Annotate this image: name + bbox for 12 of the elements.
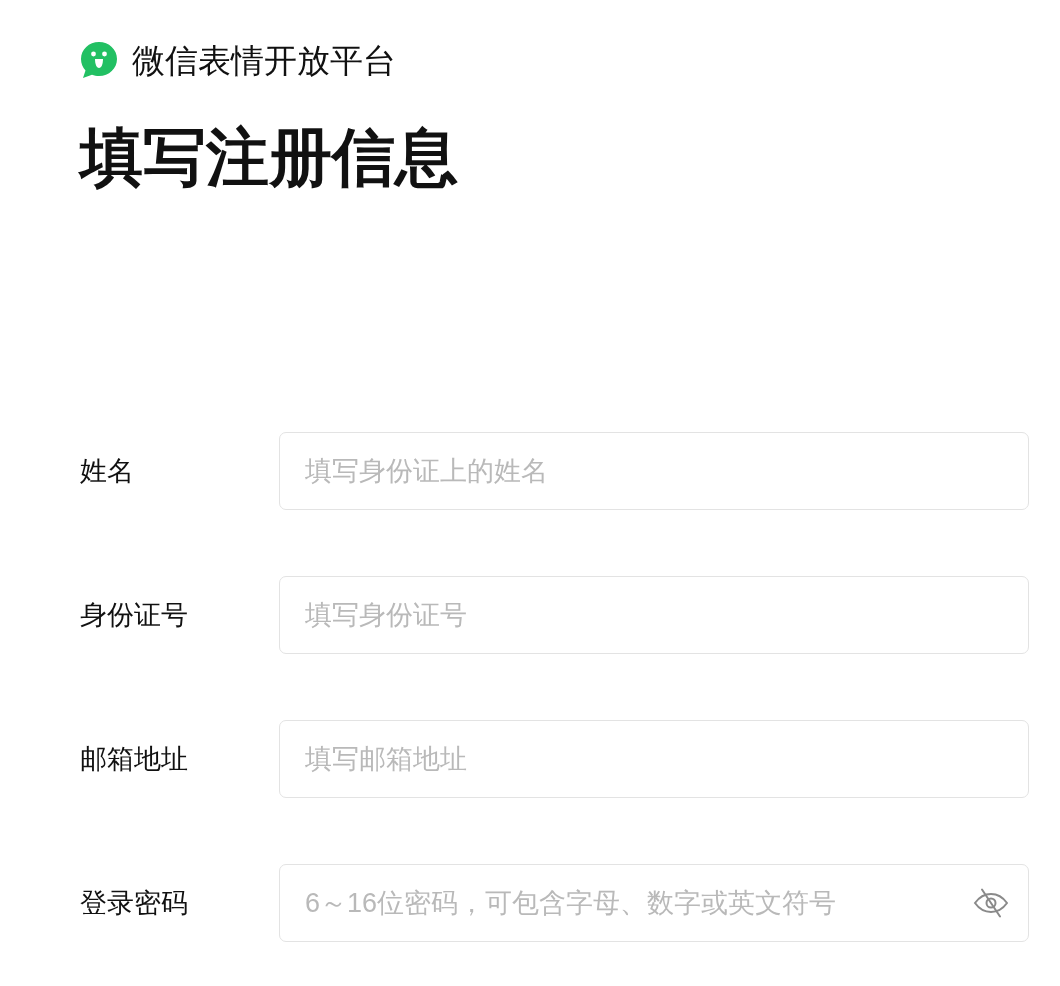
field-label: 身份证号	[80, 598, 189, 632]
logo-icon	[80, 41, 118, 79]
field-label: 邮箱地址	[80, 742, 189, 776]
password-field[interactable]: 6～16位密码，可包含字母、数字或英文符号	[279, 864, 1029, 942]
input-field[interactable]: 填写邮箱地址	[279, 720, 1029, 798]
field-label: 姓名	[80, 454, 135, 488]
field-label: 登录密码	[80, 886, 189, 920]
input-field[interactable]: 填写身份证上的姓名	[279, 432, 1029, 510]
brand-name: 微信表情开放平台	[132, 43, 396, 77]
input-field[interactable]: 填写身份证号	[279, 576, 1029, 654]
eye-slash-icon[interactable]	[973, 888, 1009, 918]
page-title: 填写注册信息	[80, 126, 458, 189]
